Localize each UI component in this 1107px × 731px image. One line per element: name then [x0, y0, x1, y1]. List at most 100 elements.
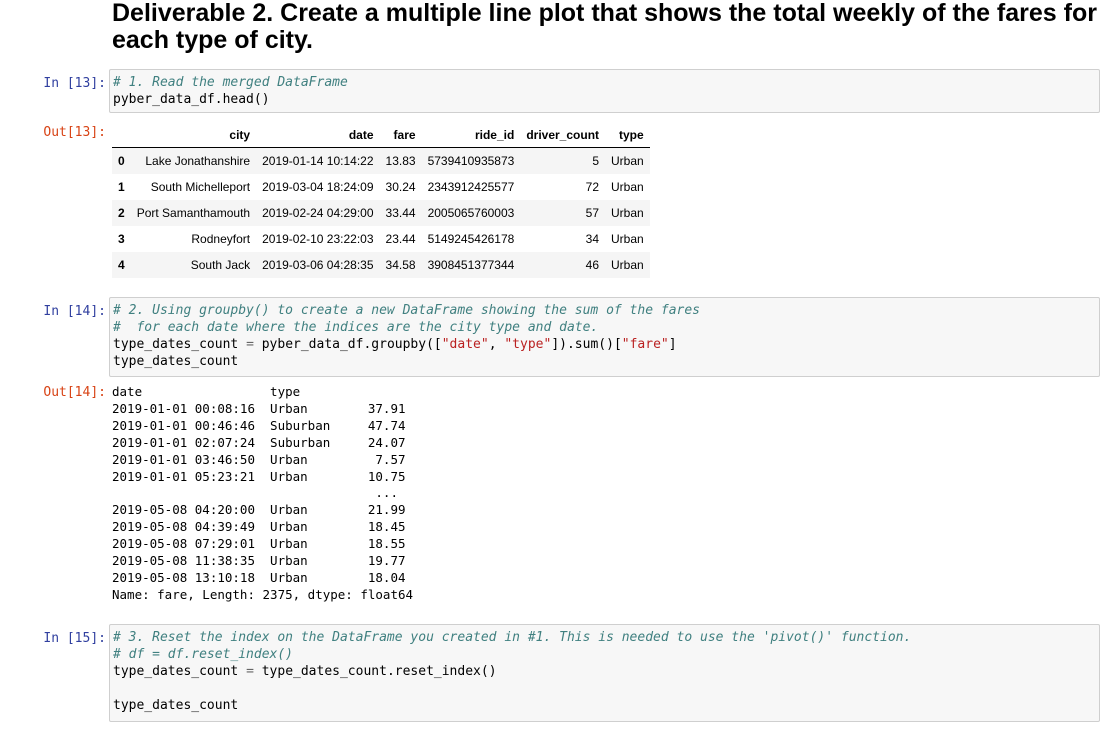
code-token: , — [488, 337, 505, 352]
code-line: # for each date where the indices are th… — [113, 319, 1096, 336]
code-cell-13[interactable]: # 1. Read the merged DataFrame pyber_data… — [109, 69, 1100, 113]
table-cell: 57 — [585, 206, 600, 220]
column-header: ride_id — [421, 125, 521, 148]
column-header — [112, 125, 131, 148]
table-cell: 2019-03-06 04:28:35 — [262, 258, 374, 272]
code-token: pyber_data_df.groupby([ — [253, 337, 442, 352]
code-line: # 3. Reset the index on the DataFrame yo… — [113, 629, 1096, 646]
code-token: "fare" — [621, 337, 669, 352]
output-line: 2019-05-08 11:38:35 Urban 19.77 — [112, 553, 406, 569]
code-token: # 3. Reset the index on the DataFrame yo… — [113, 630, 912, 645]
code-token: # for each date where the indices are th… — [113, 320, 599, 335]
output-line: 2019-01-01 05:23:21 Urban 10.75 — [112, 468, 406, 484]
row-index: 3 — [118, 232, 125, 246]
table-cell: 2343912425577 — [427, 180, 515, 194]
table-body: 0 Lake Jonathanshire 2019-01-14 10:14:22 13… — [112, 147, 650, 278]
code-line: # df = df.reset_index() — [113, 646, 1096, 663]
output-line: 2019-05-08 07:29:01 Urban 18.55 — [112, 536, 406, 552]
code-token: type_dates_count — [113, 698, 239, 713]
code-line: type_dates_count — [113, 697, 1096, 714]
output-line: 2019-01-01 00:08:16 Urban 37.91 — [112, 400, 406, 416]
code-line: pyber_data_df.head() — [113, 91, 1096, 108]
output-line: 2019-01-01 00:46:46 Suburban 47.74 — [112, 417, 406, 433]
code-line: type_dates_count — [113, 353, 1096, 370]
table-cell: 72 — [585, 180, 600, 194]
table-cell: 2005065760003 — [427, 206, 515, 220]
output-line: ... — [112, 485, 398, 501]
table-cell: 2019-03-04 18:24:09 — [262, 180, 374, 194]
code-token: pyber_data_df.head() — [113, 92, 270, 107]
code-token: # 1. Read the merged DataFrame — [113, 75, 348, 90]
code-token: = — [246, 337, 254, 352]
code-line: # 2. Using groupby() to create a new Dat… — [113, 302, 1096, 319]
series-output: date type 2019-01-01 00:08:16 Urban 37.91… — [112, 384, 413, 604]
table-cell: Urban — [611, 154, 644, 168]
code-cell-14[interactable]: # 2. Using groupby() to create a new Dat… — [109, 297, 1100, 377]
output-prompt-13: Out[13]: — [43, 125, 106, 140]
code-cell-15[interactable]: # 3. Reset the index on the DataFrame yo… — [109, 624, 1100, 722]
table-cell: 30.24 — [385, 180, 416, 194]
table-header-row: city date fare ride_id driver_count type — [112, 125, 650, 148]
table-cell: 5149245426178 — [427, 232, 515, 246]
code-token: type_dates_count — [113, 337, 247, 352]
column-header: date — [256, 125, 380, 148]
table-row: 1 South Michelleport 2019-03-04 18:24:09 30… — [112, 174, 650, 200]
column-header: driver_count — [520, 125, 606, 148]
table-cell: 13.83 — [385, 154, 416, 168]
table-cell: South Jack — [190, 258, 251, 272]
output-line: 2019-05-08 13:10:18 Urban 18.04 — [112, 569, 406, 585]
code-token: ] — [668, 337, 677, 352]
output-prompt-14: Out[14]: — [43, 385, 106, 400]
code-token: type_dates_count — [113, 664, 247, 679]
input-prompt-15: In [15]: — [43, 631, 106, 646]
table-cell: 2019-02-24 04:29:00 — [262, 206, 374, 220]
table-cell: Urban — [611, 180, 644, 194]
row-index: 1 — [118, 180, 125, 194]
markdown-heading: Deliverable 2. Create a multiple line pl… — [112, 0, 1097, 54]
table-cell: 23.44 — [385, 232, 416, 246]
output-line: 2019-05-08 04:20:00 Urban 21.99 — [112, 502, 406, 518]
code-line: type_dates_count = type_dates_count.rese… — [113, 663, 1096, 680]
code-token: "date" — [441, 337, 489, 352]
output-line: Name: fare, Length: 2375, dtype: float64 — [112, 586, 414, 602]
code-line: # 1. Read the merged DataFrame — [113, 74, 1096, 91]
code-token: # 2. Using groupby() to create a new Dat… — [113, 303, 700, 318]
notebook: Deliverable 2. Create a multiple line pl… — [0, 0, 1107, 731]
table-cell: Urban — [611, 206, 644, 220]
output-line: 2019-01-01 03:46:50 Urban 7.57 — [112, 451, 406, 467]
row-index: 4 — [118, 258, 125, 272]
input-prompt-14: In [14]: — [43, 304, 106, 319]
table-cell: 2019-02-10 23:22:03 — [262, 232, 374, 246]
output-line: 2019-01-01 02:07:24 Suburban 24.07 — [112, 434, 406, 450]
table-cell: Urban — [611, 232, 644, 246]
table-cell: Lake Jonathanshire — [145, 154, 251, 168]
table-cell: 5739410935873 — [427, 154, 515, 168]
table-cell: Port Samanthamouth — [136, 206, 251, 220]
table-cell: South Michelleport — [150, 180, 251, 194]
code-token: "type" — [504, 337, 552, 352]
table-cell: 5 — [592, 154, 600, 168]
table-cell: Urban — [611, 258, 644, 272]
table-cell: 33.44 — [385, 206, 416, 220]
table-cell: 34 — [585, 232, 600, 246]
table-row: 0 Lake Jonathanshire 2019-01-14 10:14:22 13… — [112, 147, 650, 174]
table-cell: 2019-01-14 10:14:22 — [262, 154, 374, 168]
output-line: 2019-05-08 04:39:49 Urban 18.45 — [112, 519, 406, 535]
code-token: ]).sum()[ — [551, 337, 622, 352]
table-row: 3 Rodneyfort 2019-02-10 23:22:03 23.44 51492… — [112, 226, 650, 252]
code-token: # df = df.reset_index() — [113, 647, 294, 662]
column-header: fare — [379, 125, 422, 148]
table-row: 4 South Jack 2019-03-06 04:28:35 34.58 39084… — [112, 252, 650, 278]
table-cell: 3908451377344 — [427, 258, 515, 272]
table-cell: 34.58 — [385, 258, 416, 272]
code-line: type_dates_count = pyber_data_df.groupby… — [113, 336, 1096, 353]
code-token: type_dates_count — [113, 354, 239, 369]
table-cell: 46 — [585, 258, 600, 272]
code-token: type_dates_count.reset_index() — [253, 664, 497, 679]
row-index: 2 — [118, 206, 125, 220]
row-index: 0 — [118, 154, 125, 168]
output-line: date type — [112, 384, 301, 399]
dataframe-table: city date fare ride_id driver_count type 0 Lak… — [112, 125, 650, 278]
table-row: 2 Port Samanthamouth 2019-02-24 04:29:00 33… — [112, 200, 650, 226]
